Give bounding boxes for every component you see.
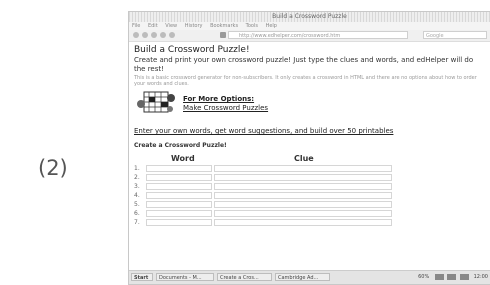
word-input[interactable] (146, 219, 212, 226)
address-bar[interactable]: http://www.edhelper.com/crossword.htm (228, 31, 408, 39)
site-favicon-icon (220, 32, 226, 38)
basic-generator-note: This is a basic crossword generator for … (134, 75, 477, 87)
menu-help[interactable]: Help (266, 23, 277, 29)
stop-icon[interactable] (160, 32, 166, 38)
row-number: 6. (134, 210, 140, 217)
row-number: 5. (134, 201, 140, 208)
forward-icon[interactable] (142, 32, 148, 38)
row-number: 2. (134, 174, 140, 181)
word-input[interactable] (146, 210, 212, 217)
zoom-percent: 60% (418, 274, 430, 280)
window-title: Build a Crossword Puzzle (272, 13, 347, 20)
network-icon[interactable] (447, 273, 457, 280)
battery-icon[interactable] (459, 273, 469, 280)
menu-bookmarks[interactable]: Bookmarks (210, 23, 238, 29)
taskbar-item-cambridge[interactable]: Cambridge Ad... (275, 273, 330, 281)
make-crossword-link[interactable]: Make Crossword Puzzles (183, 104, 268, 113)
start-button[interactable]: Start (131, 273, 153, 281)
menu-view[interactable]: View (165, 23, 177, 29)
entry-row: 4. (134, 191, 485, 200)
entry-row: 6. (134, 209, 485, 218)
column-headers: Word Clue (134, 154, 485, 164)
clue-input[interactable] (214, 165, 392, 172)
menu-tools[interactable]: Tools (246, 23, 258, 29)
page-heading: Build a Crossword Puzzle! (134, 45, 250, 55)
clue-input[interactable] (214, 210, 392, 217)
menu-bar: File Edit View History Bookmarks Tools H… (129, 22, 490, 30)
more-options-block: For More Options: Make Crossword Puzzles (134, 90, 485, 116)
row-number: 3. (134, 183, 140, 190)
intro-text: Create and print your own crossword puzz… (134, 56, 474, 73)
menu-file[interactable]: File (132, 23, 140, 29)
word-input[interactable] (146, 174, 212, 181)
page-content: Build a Crossword Puzzle! Create and pri… (134, 45, 485, 270)
taskbar: Start Documents - M... Create a Cros... … (129, 270, 490, 284)
clue-input[interactable] (214, 183, 392, 190)
clue-column-header: Clue (294, 154, 314, 163)
row-number: 4. (134, 192, 140, 199)
home-icon[interactable] (169, 32, 175, 38)
browser-window: Build a Crossword Puzzle File Edit View … (128, 11, 490, 285)
clue-input[interactable] (214, 219, 392, 226)
entry-row: 3. (134, 182, 485, 191)
word-input[interactable] (146, 165, 212, 172)
back-icon[interactable] (133, 32, 139, 38)
more-options-label: For More Options: (183, 95, 255, 103)
figure-label: (2) (38, 156, 68, 180)
entry-row: 5. (134, 200, 485, 209)
menu-history[interactable]: History (185, 23, 203, 29)
search-input[interactable]: Google (423, 31, 487, 39)
entry-row: 7. (134, 218, 485, 227)
entry-row: 2. (134, 173, 485, 182)
system-tray: 60% 12:00 (418, 273, 488, 281)
create-crossword-heading: Create a Crossword Puzzle! (134, 142, 227, 149)
window-titlebar: Build a Crossword Puzzle (129, 12, 490, 22)
row-number: 1. (134, 165, 140, 172)
entry-row: 1. (134, 164, 485, 173)
enter-words-link[interactable]: Enter your own words, get word suggestio… (134, 127, 485, 136)
clue-input[interactable] (214, 201, 392, 208)
crossword-clipart-icon (137, 91, 175, 113)
word-input[interactable] (146, 183, 212, 190)
taskbar-item-documents[interactable]: Documents - M... (156, 273, 214, 281)
word-column-header: Word (171, 154, 195, 163)
entry-rows: 1. 2. 3. 4. 5. 6. 7. (134, 164, 485, 227)
reload-icon[interactable] (151, 32, 157, 38)
menu-edit[interactable]: Edit (148, 23, 158, 29)
volume-icon[interactable] (434, 273, 444, 280)
navigation-toolbar: http://www.edhelper.com/crossword.htm Go… (129, 30, 490, 42)
taskbar-item-crossword[interactable]: Create a Cros... (217, 273, 272, 281)
clue-input[interactable] (214, 192, 392, 199)
word-input[interactable] (146, 192, 212, 199)
word-input[interactable] (146, 201, 212, 208)
clue-input[interactable] (214, 174, 392, 181)
row-number: 7. (134, 219, 140, 226)
clock: 12:00 (473, 274, 488, 280)
